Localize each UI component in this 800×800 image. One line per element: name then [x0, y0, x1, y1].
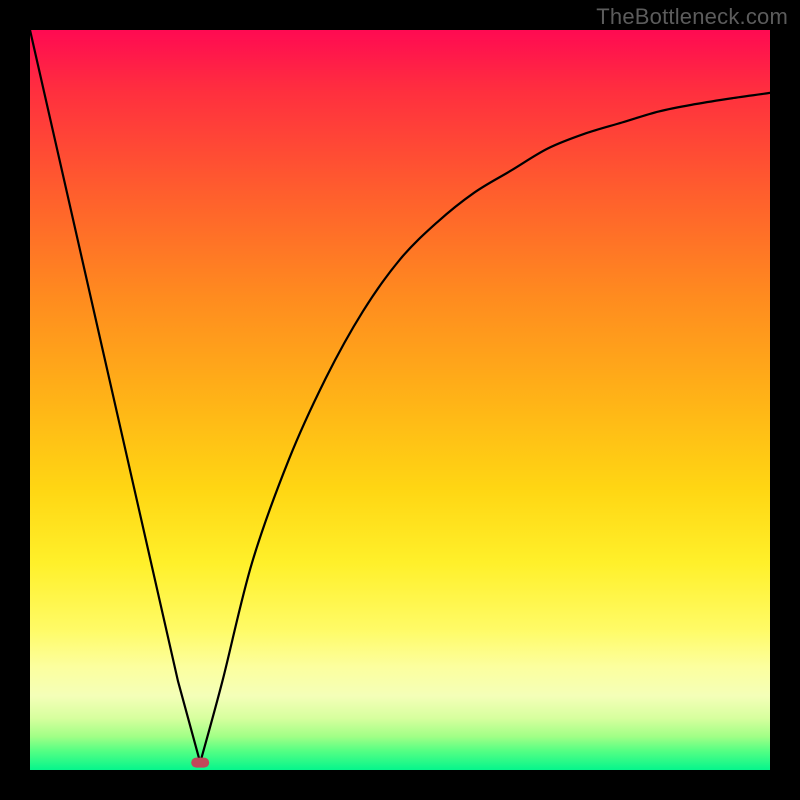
minimum-marker	[191, 758, 209, 768]
curve-right	[200, 93, 770, 763]
curve-svg	[30, 30, 770, 770]
curve-left	[30, 30, 200, 763]
watermark-text: TheBottleneck.com	[596, 4, 788, 30]
plot-area	[30, 30, 770, 770]
chart-frame: TheBottleneck.com	[0, 0, 800, 800]
